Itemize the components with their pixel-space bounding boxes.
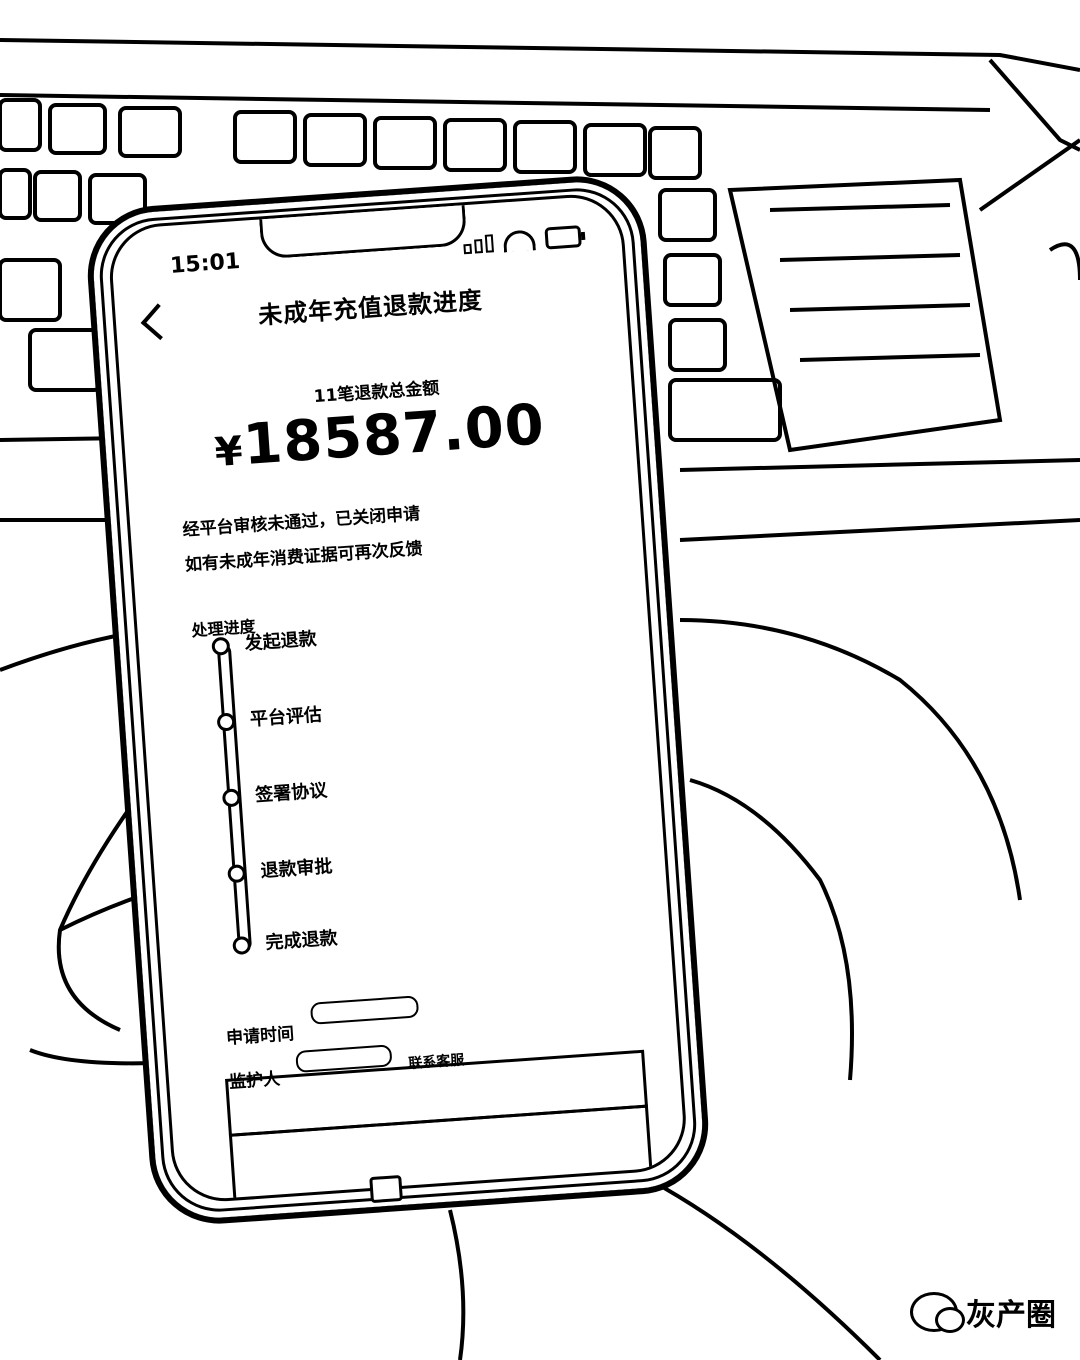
wifi-icon	[502, 228, 536, 253]
status-icons	[463, 225, 582, 255]
phone-side-button	[369, 1174, 403, 1204]
step-sign-agreement: 签署协议	[254, 780, 328, 807]
page-title: 未成年充值退款进度	[257, 286, 484, 330]
apply-time-label: 申请时间	[225, 1024, 295, 1049]
apply-time-redacted	[309, 995, 420, 1025]
phone-screen: 15:01 未成年充值退款进度 11笔退款总金额 ¥18587.00 经平台审核…	[106, 191, 690, 1205]
step-platform-assessment: 平台评估	[249, 704, 323, 731]
step-refund-approval: 退款审批	[259, 856, 334, 882]
notice-review-rejected: 经平台审核未通过，已关闭申请	[181, 504, 421, 541]
watermark-text: 灰产圈	[966, 1298, 1056, 1333]
wechat-icon	[910, 1292, 965, 1333]
progress-dot	[232, 935, 252, 956]
status-time: 15:01	[169, 248, 241, 279]
step-initiate-refund: 发起退款	[243, 628, 318, 655]
notice-feedback-again: 如有未成年消费证据可再次反馈	[184, 538, 424, 576]
currency-symbol: ¥	[213, 428, 246, 477]
watermark: 灰产圈	[910, 1290, 1056, 1334]
signal-icon	[463, 232, 494, 255]
phone: 15:01 未成年充值退款进度 11笔退款总金额 ¥18587.00 经平台审核…	[83, 171, 713, 1229]
battery-icon	[544, 225, 582, 250]
step-refund-complete: 完成退款	[264, 927, 339, 954]
